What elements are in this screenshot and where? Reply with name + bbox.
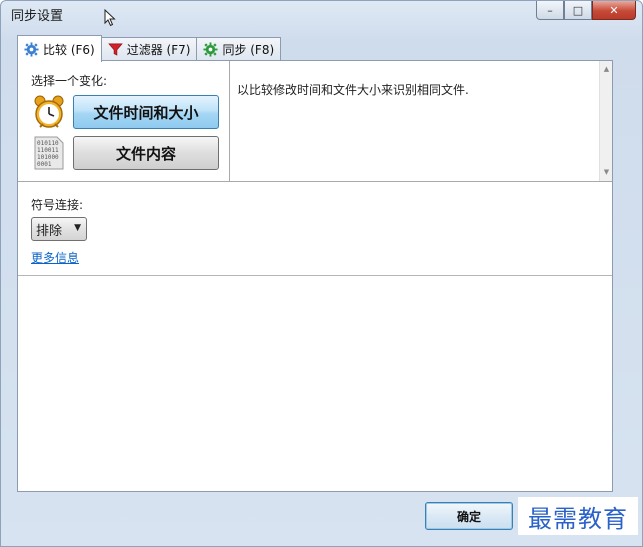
maximize-icon: □ [572,3,584,17]
scroll-up-icon[interactable]: ▲ [600,63,613,76]
scroll-down-icon[interactable]: ▼ [600,166,613,179]
choose-variant-label: 选择一个变化: [31,74,108,88]
mouse-cursor-icon [104,9,116,27]
close-icon: ✕ [609,3,619,17]
variant-row-content: 010110 110011 101000 0001 文件内容 [31,135,219,171]
tab-compare[interactable]: 比较 (F6) [17,35,102,62]
gear-green-icon [203,42,218,57]
ok-label: 确定 [456,509,481,524]
description-scrollbar[interactable]: ▲ ▼ [599,61,612,181]
svg-text:110011: 110011 [37,147,59,154]
maximize-button[interactable]: □ [564,1,592,20]
tab-bar: 比较 (F6) 过滤器 (F7) 同步 (F8) [17,35,282,62]
window-controls: – □ ✕ [536,1,636,21]
ok-button[interactable]: 确定 [425,502,513,530]
title-bar[interactable]: 同步设置 – □ ✕ [1,1,642,27]
tab-sync[interactable]: 同步 (F8) [196,37,282,61]
minimize-icon: – [547,3,553,17]
window-title: 同步设置 [11,9,64,24]
svg-text:101000: 101000 [37,154,59,161]
svg-text:010110: 010110 [37,140,59,147]
tab-compare-label: 比较 (F6) [43,42,95,57]
file-content-label: 文件内容 [115,144,176,163]
tab-filter[interactable]: 过滤器 (F7) [100,37,198,61]
gear-icon [24,41,39,57]
variant-description-box: 以比较修改时间和文件大小来识别相同文件. [231,61,599,181]
binary-file-icon: 010110 110011 101000 0001 [34,136,64,170]
section-divider [18,275,612,276]
compare-variant-section: 选择一个变化: 文件时间和大小 010110 110011 101000 000… [18,61,612,182]
tab-filter-label: 过滤器 (F7) [126,43,191,57]
close-button[interactable]: ✕ [592,1,636,20]
file-time-size-label: 文件时间和大小 [93,103,199,122]
variant-description: 以比较修改时间和文件大小来识别相同文件. [237,83,469,97]
filter-icon [107,43,123,56]
variant-chooser: 选择一个变化: 文件时间和大小 010110 110011 101000 000… [18,61,230,181]
chevron-down-icon: ▼ [74,223,81,233]
file-content-button[interactable]: 文件内容 [73,136,219,170]
sync-settings-window: 同步设置 – □ ✕ 比较 (F6) 过滤器 (F7) 同步 (F8) 选择一个… [0,0,643,547]
more-info-link[interactable]: 更多信息 [31,249,79,266]
svg-text:0001: 0001 [37,161,52,168]
symlink-selected-value: 排除 [36,223,63,239]
alarm-clock-icon [34,95,64,128]
symlink-label: 符号连接: [31,198,84,212]
variant-row-time-size: 文件时间和大小 [31,94,219,130]
minimize-button[interactable]: – [536,1,564,20]
compare-panel: 选择一个变化: 文件时间和大小 010110 110011 101000 000… [17,60,613,492]
symlink-dropdown[interactable]: 排除 ▼ [31,217,87,241]
tab-sync-label: 同步 (F8) [222,43,275,57]
file-time-size-button[interactable]: 文件时间和大小 [73,95,219,129]
watermark: 最需教育 [518,497,638,535]
